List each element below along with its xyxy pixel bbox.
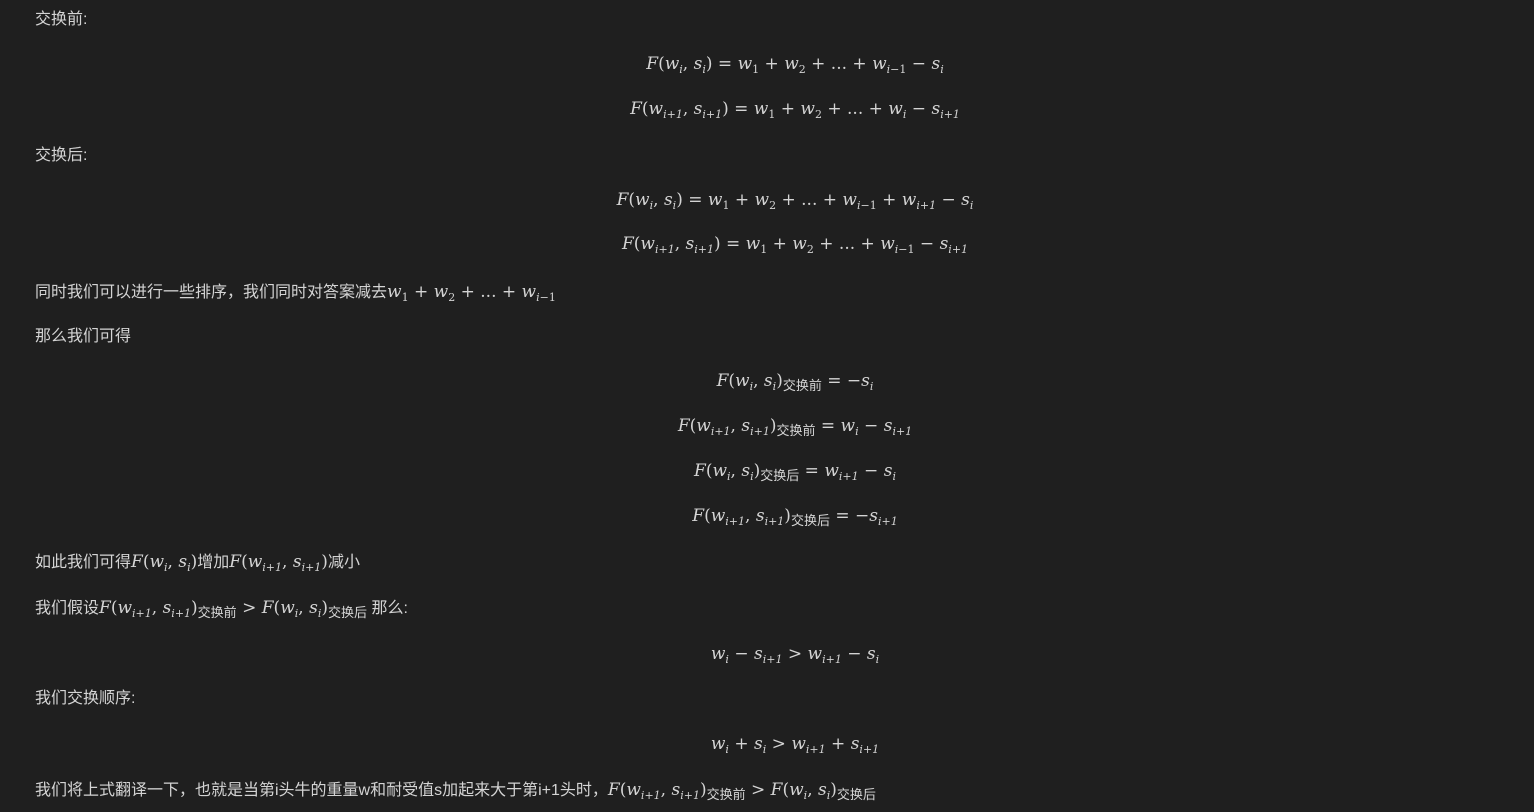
so-sentence: 如此我们可得F(wi, si)增加F(wi+1, si+1)减小 (35, 552, 360, 574)
decrease-text: 减小 (327, 554, 360, 571)
equation-before-2: F(wi+1, si+1) = w1 + w2 + ... + wi − si+… (630, 99, 960, 121)
subscript-after: 交换后 (836, 787, 876, 802)
increase-text: 增加 (197, 554, 230, 571)
result-eq-4: F(wi+1, si+1)交换后 = −si+1 (692, 506, 898, 528)
before-label: 交换前: (35, 11, 88, 28)
translate-sentence: 我们将上式翻译一下，也就是当第i头牛的重量w和耐受值s加起来大于第i+1头时，F… (35, 780, 876, 802)
swap-order-label: 我们交换顺序: (35, 690, 136, 707)
assume-suffix: 那么: (367, 600, 408, 617)
sort-sentence: 同时我们可以进行一些排序，我们同时对答案减去w1 + w2 + ... + wi… (35, 282, 556, 304)
inequality-1: wi − si+1 > wi+1 − si (710, 644, 880, 666)
subscript-before: 交换前 (197, 605, 237, 620)
translate-text: 我们将上式翻译一下，也就是当第i头牛的重量w和耐受值s加起来大于第i+1头时， (35, 782, 608, 799)
result-eq-3: F(wi, si)交换后 = wi+1 − si (694, 461, 896, 483)
subscript-after: 交换后 (328, 605, 368, 620)
equation-after-2: F(wi+1, si+1) = w1 + w2 + ... + wi−1 − s… (621, 234, 969, 256)
subscript-after: 交换后 (790, 513, 830, 528)
subscript-after: 交换后 (760, 468, 800, 483)
after-label: 交换后: (35, 147, 88, 164)
assume-sentence: 我们假设F(wi+1, si+1)交换前 > F(wi, si)交换后 那么: (35, 598, 408, 620)
subscript-before: 交换前 (706, 787, 746, 802)
subscript-before: 交换前 (782, 378, 822, 393)
equation-after-1: F(wi, si) = w1 + w2 + ... + wi−1 + wi+1 … (616, 190, 974, 212)
inequality-2: wi + si > wi+1 + si+1 (710, 734, 880, 756)
assume-prefix: 我们假设 (35, 600, 100, 617)
result-eq-2: F(wi+1, si+1)交换前 = wi − si+1 (677, 416, 913, 438)
equation-before-1: F(wi, si) = w1 + w2 + ... + wi−1 − si (646, 54, 944, 76)
result-eq-1: F(wi, si)交换前 = −si (716, 371, 874, 393)
subscript-before: 交换前 (776, 423, 816, 438)
then-label: 那么我们可得 (35, 328, 132, 345)
sort-sentence-text: 同时我们可以进行一些排序，我们同时对答案减去 (35, 284, 388, 301)
so-prefix: 如此我们可得 (35, 554, 132, 571)
